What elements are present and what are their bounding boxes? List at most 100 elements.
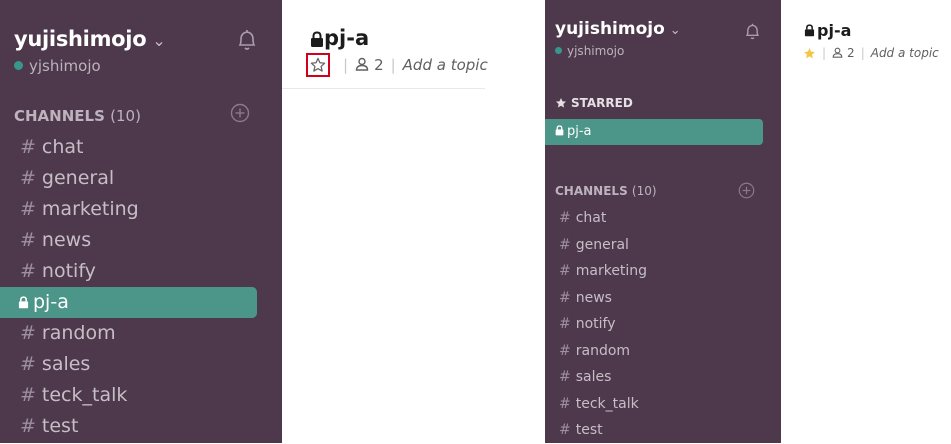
starred-header-label: STARRED [571, 96, 633, 110]
member-count[interactable]: 2 [355, 56, 384, 74]
header-divider [282, 88, 485, 89]
lock-icon [311, 30, 323, 47]
channels-header[interactable]: CHANNELS (10) [555, 184, 657, 198]
channels-count: (10) [631, 184, 657, 198]
sidebar-item-chat[interactable]: # chat [545, 205, 781, 232]
channel-name: chat [575, 210, 607, 226]
left-sidebar: yujishimojo ⌄ yjshimojo CHANNELS (10) # ch… [0, 0, 282, 443]
sidebar-item-teck_talk[interactable]: # teck_talk [545, 391, 781, 418]
channel-name: teck_talk [41, 384, 128, 406]
sidebar-item-notify[interactable]: # notify [0, 256, 282, 287]
channel-name: notify [575, 316, 616, 332]
chevron-down-icon: ⌄ [669, 23, 681, 38]
sidebar-item-test[interactable]: # test [545, 417, 781, 444]
channel-name: news [575, 289, 612, 306]
sidebar-item-random[interactable]: # random [0, 318, 282, 349]
hash-icon: # [20, 260, 36, 282]
separator: | [343, 56, 349, 74]
person-icon [355, 57, 369, 71]
hash-icon: # [559, 422, 571, 438]
starred-channel-item[interactable]: pj-a [545, 119, 763, 145]
channel-title-text: pj-a [817, 21, 852, 40]
channel-title: pj-a [804, 21, 851, 40]
channel-name: notify [41, 260, 96, 282]
sidebar-item-sales[interactable]: # sales [0, 349, 282, 380]
channels-header-label: CHANNELS [555, 184, 628, 198]
channel-name: random [575, 342, 631, 359]
team-name-menu[interactable]: yujishimojo ⌄ [14, 27, 166, 51]
channel-name: teck_talk [575, 395, 639, 412]
separator: | [390, 56, 396, 74]
hash-icon: # [20, 167, 36, 189]
lock-icon [18, 296, 29, 309]
sidebar-item-random[interactable]: # random [545, 338, 781, 365]
channel-list: # chat # general # marketing # news # notify # rand… [545, 205, 781, 444]
channel-name: pj-a [567, 124, 592, 139]
lock-icon [804, 24, 815, 37]
channel-name: random [41, 322, 116, 344]
hash-icon: # [20, 198, 36, 220]
channel-name: general [575, 236, 629, 253]
username: yjshimojo [567, 44, 625, 58]
star-outline-icon [310, 57, 326, 72]
sidebar-item-marketing[interactable]: # marketing [545, 258, 781, 285]
channel-name: chat [41, 136, 84, 158]
bell-icon[interactable] [236, 28, 258, 56]
channel-name: test [575, 422, 603, 438]
sidebar-item-teck_talk[interactable]: # teck_talk [0, 380, 282, 411]
separator: | [822, 46, 827, 60]
hash-icon: # [559, 395, 571, 412]
channel-meta: | 2 | Add a topic [803, 46, 939, 60]
channel-name: news [41, 229, 92, 251]
sidebar-item-notify[interactable]: # notify [545, 311, 781, 338]
star-filled-icon[interactable] [803, 47, 816, 60]
sidebar-item-pj-a[interactable]: pj-a [0, 287, 257, 318]
sidebar-item-sales[interactable]: # sales [545, 364, 781, 391]
sidebar-item-marketing[interactable]: # marketing [0, 194, 282, 225]
starred-header: STARRED [555, 96, 633, 110]
presence-dot-icon [555, 47, 562, 54]
lock-icon [555, 125, 564, 136]
star-button[interactable] [306, 53, 330, 77]
plus-circle-icon[interactable] [230, 103, 250, 127]
person-icon [832, 47, 843, 58]
hash-icon: # [559, 210, 571, 226]
hash-icon: # [20, 322, 36, 344]
add-topic-link[interactable]: Add a topic [403, 56, 488, 74]
hash-icon: # [559, 342, 571, 359]
hash-icon: # [20, 415, 36, 437]
channel-list: # chat # general # marketing # news # notify pj-a #… [0, 132, 282, 442]
sidebar-item-general[interactable]: # general [545, 232, 781, 259]
channels-count: (10) [110, 107, 141, 125]
user-status: yjshimojo [14, 57, 101, 75]
hash-icon: # [559, 316, 571, 332]
plus-circle-icon[interactable] [738, 182, 755, 203]
sidebar-item-test[interactable]: # test [0, 411, 282, 442]
channel-title: pj-a [310, 26, 369, 50]
hash-icon: # [559, 263, 571, 279]
channels-header[interactable]: CHANNELS (10) [14, 107, 141, 125]
channel-name: test [41, 415, 79, 437]
bell-icon[interactable] [744, 22, 761, 45]
team-name-menu[interactable]: yujishimojo ⌄ [555, 19, 681, 39]
channel-name: sales [575, 369, 612, 385]
channel-title-text: pj-a [324, 26, 370, 50]
channel-name: general [41, 167, 115, 189]
member-count-value: 2 [847, 46, 855, 60]
add-topic-link[interactable]: Add a topic [871, 46, 939, 60]
hash-icon: # [559, 236, 571, 253]
team-name: yujishimojo [14, 27, 147, 51]
sidebar-item-chat[interactable]: # chat [0, 132, 282, 163]
channel-name: pj-a [33, 291, 69, 313]
presence-dot-icon [14, 61, 23, 70]
channel-name: marketing [41, 198, 139, 220]
right-sidebar: yujishimojo ⌄ yjshimojo STARRED pj-a CHAN… [545, 0, 781, 443]
sidebar-item-general[interactable]: # general [0, 163, 282, 194]
hash-icon: # [20, 229, 36, 251]
member-count[interactable]: 2 [832, 46, 855, 60]
sidebar-item-news[interactable]: # news [545, 285, 781, 312]
separator: | [860, 46, 865, 60]
sidebar-item-news[interactable]: # news [0, 225, 282, 256]
hash-icon: # [559, 369, 571, 385]
channel-meta: | 2 | Add a topic [306, 53, 488, 77]
